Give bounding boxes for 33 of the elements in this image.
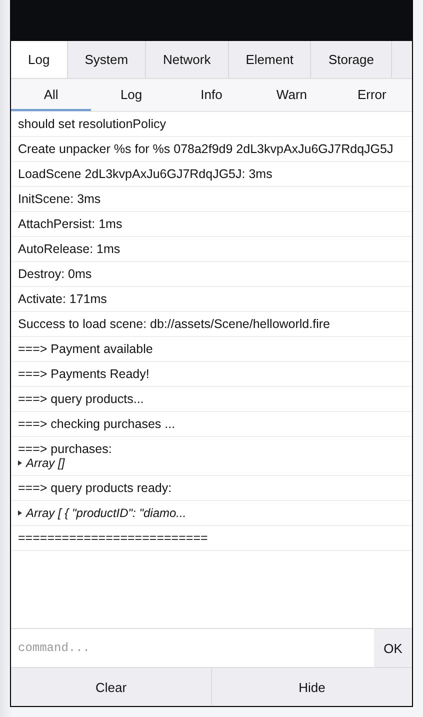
log-object[interactable]: Array [ { "productID": "diamo... (26, 506, 186, 520)
filter-tab[interactable]: Error (332, 79, 412, 111)
log-object[interactable]: Array [] (26, 456, 65, 470)
toolbar-button[interactable]: Hide (211, 668, 412, 706)
log-message: AttachPersist: 1ms (18, 217, 124, 231)
log-message: ===> checking purchases ... (18, 417, 176, 431)
tab[interactable]: System (68, 41, 146, 78)
tab[interactable]: Network (146, 41, 229, 78)
log-message: Activate: 171ms (18, 292, 108, 306)
tab[interactable]: Log (11, 41, 68, 78)
log-message: AutoRelease: 1ms (18, 242, 122, 256)
expand-triangle-icon[interactable] (18, 510, 22, 516)
filter-tab[interactable]: Log (91, 79, 172, 111)
filter-tab[interactable]: All (11, 79, 92, 111)
tab[interactable]: Element (228, 41, 312, 78)
log-message: Success to load scene: db://assets/Scene/helloworld.fire (18, 317, 331, 331)
filter-tab[interactable]: Info (171, 79, 252, 111)
log-message: LoadScene 2dL3kvpAxJu6GJ7RdqJG5J: 3ms (18, 167, 274, 181)
log-message: Create unpacker %s for %s 078a2f9d9 2dL3kvpAxJu6GJ7RdqJG5J (18, 142, 394, 156)
log-message: InitScene: 3ms (18, 192, 102, 206)
toolbar-button[interactable]: Clear (11, 668, 211, 706)
log-message: ===> query products... (18, 392, 145, 406)
filter-tab[interactable]: Warn (252, 79, 332, 111)
log-message: ===> query products ready: (18, 481, 173, 495)
log-message: should set resolutionPolicy (18, 117, 167, 131)
ok-button[interactable]: OK (374, 629, 412, 667)
log-message: ===> Payments Ready! (18, 367, 150, 381)
log-message: ========================== (18, 531, 209, 545)
expand-triangle-icon[interactable] (18, 460, 22, 466)
tab[interactable]: Storage (311, 41, 392, 78)
log-message: ===> Payment available (18, 342, 154, 356)
log-message: Destroy: 0ms (18, 267, 93, 281)
log-message: ===> purchases: (18, 442, 113, 456)
